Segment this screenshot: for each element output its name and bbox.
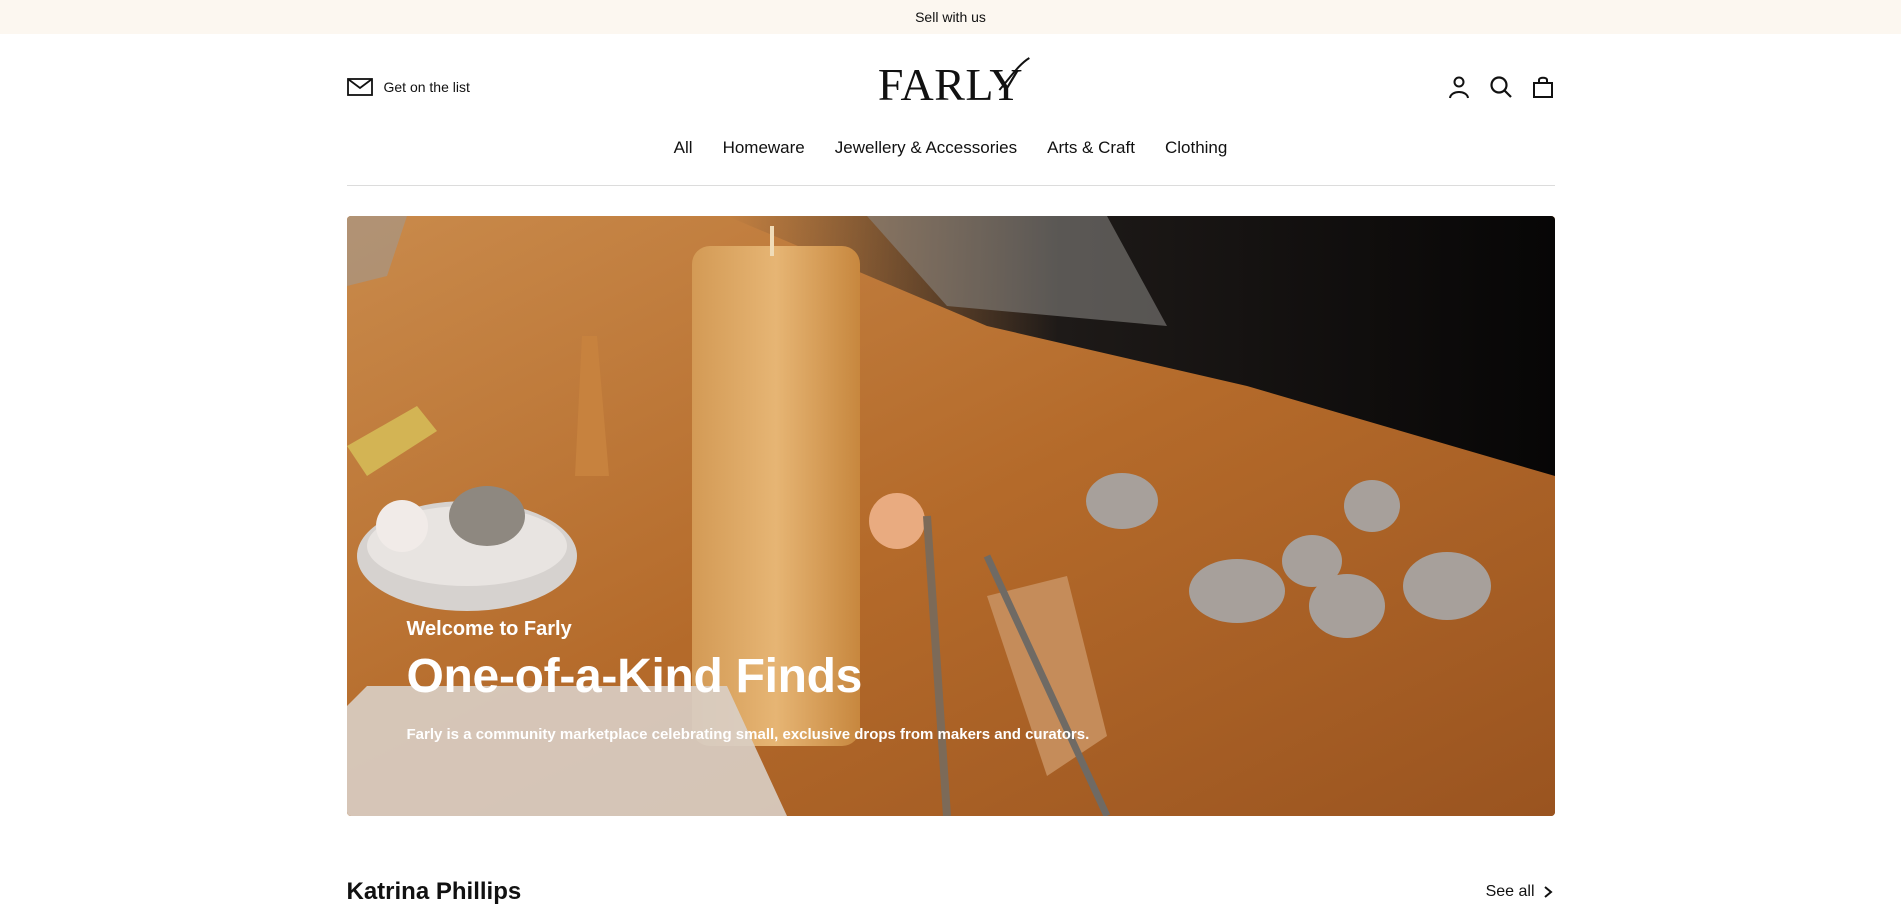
nav-item-jewellery-accessories[interactable]: Jewellery & Accessories (835, 138, 1017, 158)
hero-title: One-of-a-Kind Finds (406, 650, 863, 703)
nav-item-clothing[interactable]: Clothing (1165, 138, 1227, 158)
account-icon (1448, 76, 1469, 99)
see-all-link[interactable]: See all (1486, 883, 1555, 901)
hero-banner: Welcome to Farly One-of-a-Kind Finds Far… (346, 216, 1555, 816)
logo-swash-icon (998, 57, 1030, 91)
nav-item-homeware[interactable]: Homeware (723, 138, 805, 158)
sell-with-us-link[interactable]: Sell with us (915, 9, 986, 25)
announcement-bar: Sell with us (0, 0, 1901, 34)
envelope-icon (346, 78, 373, 96)
chevron-right-icon (1543, 886, 1553, 898)
search-icon (1489, 76, 1512, 98)
site-header: Get on the list FARLY All Homeware Jewel… (346, 34, 1555, 186)
cart-button[interactable] (1531, 74, 1555, 100)
search-button[interactable] (1489, 74, 1513, 100)
cart-icon (1532, 76, 1553, 98)
brand-logo[interactable]: FARLY (878, 57, 1030, 108)
newsletter-label: Get on the list (383, 79, 470, 95)
collection-section-header: Katrina Phillips See all (347, 878, 1555, 906)
newsletter-signup[interactable]: Get on the list (346, 77, 470, 97)
see-all-label: See all (1485, 883, 1535, 900)
main-nav: All Homeware Jewellery & Accessories Art… (347, 138, 1555, 158)
hero-description: Farly is a community marketplace celebra… (406, 726, 1090, 743)
section-title: Katrina Phillips (346, 878, 522, 905)
header-actions (1447, 74, 1555, 100)
nav-item-arts-craft[interactable]: Arts & Craft (1047, 138, 1135, 158)
account-button[interactable] (1447, 74, 1471, 100)
hero-eyebrow: Welcome to Farly (406, 618, 572, 640)
nav-item-all[interactable]: All (674, 138, 693, 158)
hero-content: Welcome to Farly One-of-a-Kind Finds Far… (407, 618, 1090, 743)
